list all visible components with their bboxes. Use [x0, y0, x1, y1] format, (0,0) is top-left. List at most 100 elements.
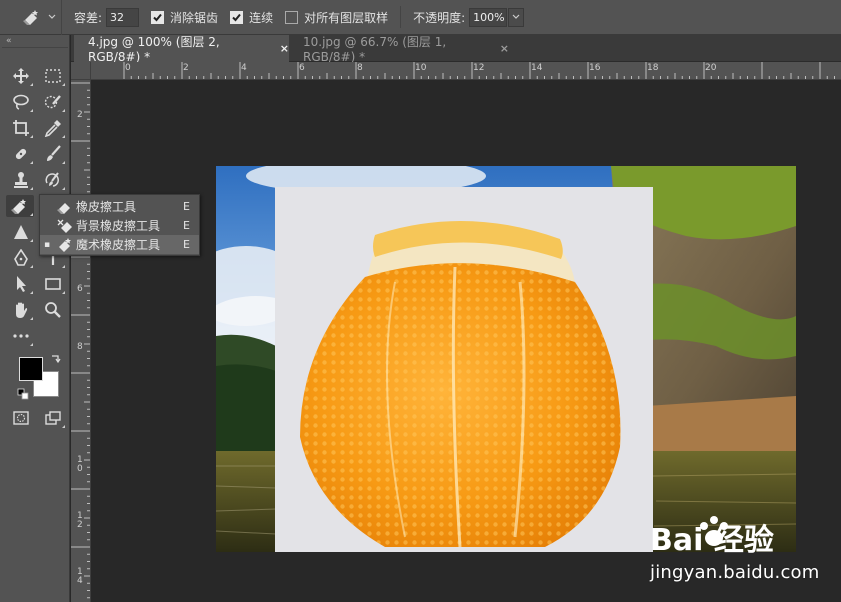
- separator: [400, 6, 402, 28]
- ruler-label: 10: [415, 63, 427, 73]
- magic-eraser-icon: [54, 235, 76, 254]
- watermark-url: jingyan.baidu.com: [650, 562, 820, 583]
- magic-eraser-icon: [23, 10, 38, 25]
- sample-all-layers-checkbox[interactable]: [285, 10, 299, 24]
- eyedropper-icon: [44, 120, 61, 137]
- quick-mask-button[interactable]: [8, 407, 34, 429]
- document-tabs: 4.jpg @ 100% (图层 2, RGB/8#) * × 10.jpg @…: [71, 35, 841, 64]
- ruler-label: 6: [299, 63, 305, 73]
- tab-label: 4.jpg @ 100% (图层 2, RGB/8#) *: [88, 35, 220, 64]
- eraser-icon: [54, 197, 76, 216]
- tolerance-input[interactable]: 32: [106, 7, 140, 27]
- antialias-label: 消除锯齿: [170, 10, 219, 25]
- ruler-label: 1 4: [77, 567, 83, 586]
- close-icon[interactable]: ×: [280, 42, 289, 55]
- ruler-label: 16: [589, 63, 601, 73]
- document-image[interactable]: [216, 166, 796, 552]
- chevron-down-icon: [48, 14, 56, 19]
- hand-tool[interactable]: [8, 299, 34, 321]
- collapse-toolbar-button[interactable]: «: [6, 36, 12, 46]
- rectangle-icon: [45, 278, 61, 290]
- tolerance-label: 容差:: [74, 10, 103, 25]
- ruler-label: 1 0: [77, 455, 83, 474]
- checkmark-icon: [153, 13, 162, 21]
- edit-toolbar-button[interactable]: [8, 325, 34, 347]
- history-brush-tool[interactable]: [40, 169, 66, 191]
- history-brush-icon: [45, 172, 59, 187]
- eraser-tools-flyout: 橡皮擦工具 E 背景橡皮擦工具 E ▪ 魔术橡皮擦工具 E: [39, 194, 200, 256]
- crop-tool[interactable]: [8, 117, 34, 139]
- horizontal-ruler[interactable]: 0 2 4 6 8 10 12 14 16 18 20: [91, 62, 841, 80]
- brush-icon: [47, 145, 61, 161]
- lasso-icon: [13, 94, 29, 110]
- opacity-dropdown-button[interactable]: [508, 7, 525, 27]
- marquee-tool[interactable]: [40, 65, 66, 87]
- tool-preset-picker[interactable]: [0, 0, 62, 35]
- sample-all-layers-label: 对所有图层取样: [304, 10, 389, 25]
- photoshop-window: 容差: 32 消除锯齿 连续 对所有图层取样 不透明度: 100% « 橡皮擦工…: [0, 0, 841, 602]
- move-icon: [13, 68, 29, 84]
- tools-panel: «: [0, 35, 70, 602]
- eraser-tool[interactable]: [6, 195, 34, 217]
- hand-icon: [16, 302, 28, 318]
- bandage-icon: [15, 148, 27, 160]
- tab-4-jpg[interactable]: 4.jpg @ 100% (图层 2, RGB/8#) * ×: [74, 35, 289, 64]
- ruler-label: 0: [125, 63, 131, 73]
- checkmark-icon: [232, 13, 241, 21]
- rectangle-tool[interactable]: [40, 273, 66, 295]
- antialias-checkbox[interactable]: [151, 10, 165, 24]
- lasso-tool[interactable]: [8, 91, 34, 113]
- magic-eraser-icon: [11, 199, 26, 214]
- path-selection-tool[interactable]: [8, 273, 34, 295]
- brush-tool[interactable]: [40, 143, 66, 165]
- ruler-label: 14: [531, 63, 543, 73]
- opacity-input[interactable]: 100%: [469, 7, 508, 27]
- gradient-tool[interactable]: [8, 221, 34, 243]
- contiguous-checkbox[interactable]: [230, 10, 244, 24]
- pen-icon: [14, 249, 28, 266]
- flyout-item-magic-eraser[interactable]: ▪ 魔术橡皮擦工具 E: [40, 235, 199, 254]
- magnifier-icon: [45, 302, 61, 318]
- ruler-ticks: [123, 62, 835, 79]
- ruler-label: 12: [473, 63, 485, 73]
- orange-photo: [300, 220, 621, 548]
- tab-label: 10.jpg @ 66.7% (图层 1, RGB/8#) *: [303, 35, 447, 64]
- triangle-icon: [14, 225, 28, 239]
- clone-stamp-tool[interactable]: [8, 169, 34, 191]
- healing-brush-tool[interactable]: [8, 143, 34, 165]
- ruler-label: 1 2: [77, 511, 83, 530]
- crop-icon: [13, 120, 29, 136]
- vertical-ruler[interactable]: 2 4 6 8 1 0 1 2 1 4: [71, 80, 91, 602]
- background-eraser-icon: [54, 216, 76, 235]
- ruler-label: 6: [77, 284, 83, 294]
- ruler-label: 2: [183, 63, 189, 73]
- more-dots-icon: [13, 334, 29, 338]
- zoom-tool[interactable]: [40, 299, 66, 321]
- ruler-origin[interactable]: [71, 62, 91, 80]
- quick-selection-tool[interactable]: [40, 91, 66, 113]
- selected-marker: ▪: [43, 239, 51, 250]
- flyout-item-background-eraser[interactable]: 背景橡皮擦工具 E: [40, 216, 199, 235]
- screen-mode-button[interactable]: [40, 407, 66, 429]
- options-bar: 容差: 32 消除锯齿 连续 对所有图层取样 不透明度: 100%: [0, 0, 841, 35]
- tab-10-jpg[interactable]: 10.jpg @ 66.7% (图层 1, RGB/8#) * ×: [289, 35, 509, 64]
- eyedropper-tool[interactable]: [40, 117, 66, 139]
- arrow-cursor-icon: [17, 276, 26, 292]
- ruler-label: 18: [647, 63, 659, 73]
- ruler-label: 4: [241, 63, 247, 73]
- toolbar-grip[interactable]: [2, 47, 68, 49]
- ruler-label: 8: [357, 63, 363, 73]
- opacity-label: 不透明度:: [413, 10, 466, 25]
- default-colors-icon[interactable]: [17, 388, 29, 400]
- foreground-color-swatch[interactable]: [19, 357, 43, 381]
- flyout-item-eraser[interactable]: 橡皮擦工具 E: [40, 197, 199, 216]
- quick-mask-icon: [13, 411, 29, 425]
- close-icon[interactable]: ×: [500, 42, 509, 55]
- swap-colors-icon[interactable]: [50, 353, 62, 365]
- ruler-label: 8: [77, 342, 83, 352]
- pen-tool[interactable]: [8, 247, 34, 269]
- ruler-label: 2: [77, 110, 83, 120]
- move-tool[interactable]: [8, 65, 34, 87]
- screen-mode-icon: [45, 411, 61, 425]
- baidu-logo: Bai 经验: [650, 516, 774, 558]
